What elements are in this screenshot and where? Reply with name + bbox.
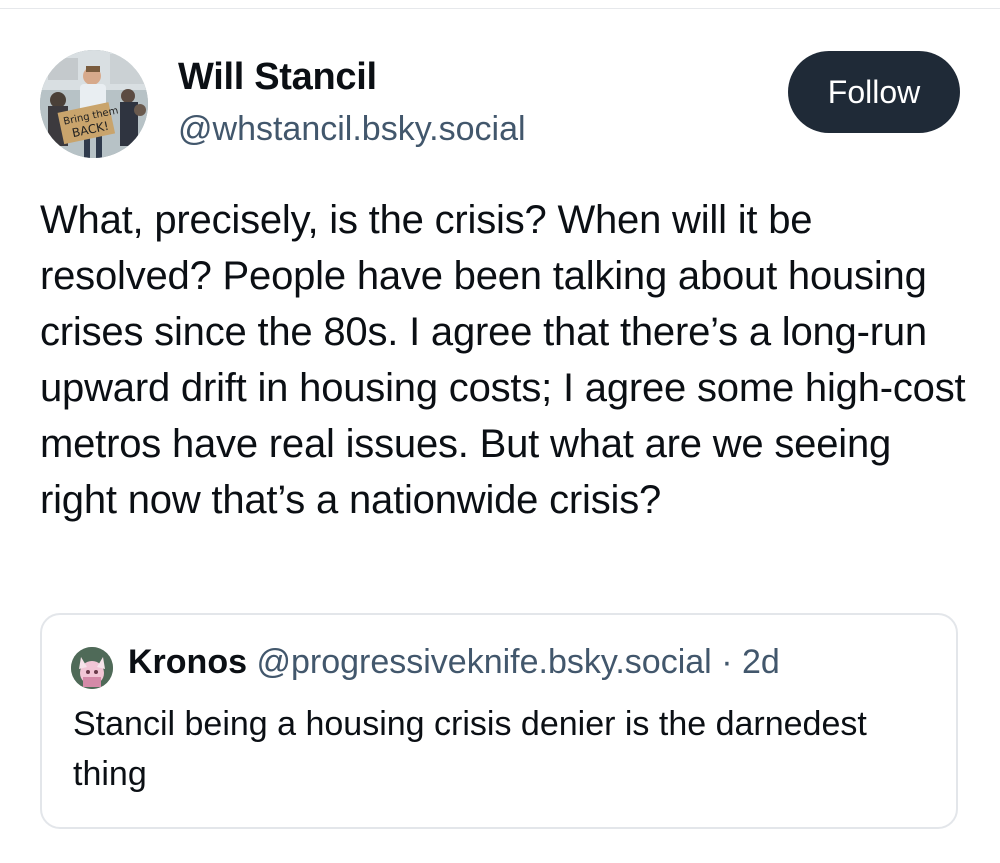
quote-text: Stancil being a housing crisis denier is… — [73, 705, 867, 793]
quote-post-card[interactable]: Kronos @progressiveknife.bsky.social · 2… — [40, 613, 958, 829]
author-display-name[interactable]: Will Stancil — [178, 56, 377, 99]
follow-button[interactable]: Follow — [788, 51, 960, 133]
quote-header: Kronos @progressiveknife.bsky.social · 2… — [128, 643, 780, 682]
quote-author-name[interactable]: Kronos — [128, 643, 247, 681]
author-avatar[interactable]: Bring them BACK! — [40, 50, 148, 158]
quote-author-avatar[interactable] — [71, 647, 113, 689]
author-handle[interactable]: @whstancil.bsky.social — [178, 110, 526, 149]
post: Bring them BACK! Will Stancil @whstancil… — [0, 0, 1000, 863]
author-avatar-image: Bring them BACK! — [40, 50, 148, 158]
quote-avatar-image — [71, 647, 113, 689]
quote-timestamp: 2d — [741, 643, 780, 681]
quote-separator: · — [721, 643, 733, 681]
quote-author-handle[interactable]: @progressiveknife.bsky.social — [256, 643, 711, 681]
post-text: What, precisely, is the crisis? When wil… — [40, 198, 966, 522]
